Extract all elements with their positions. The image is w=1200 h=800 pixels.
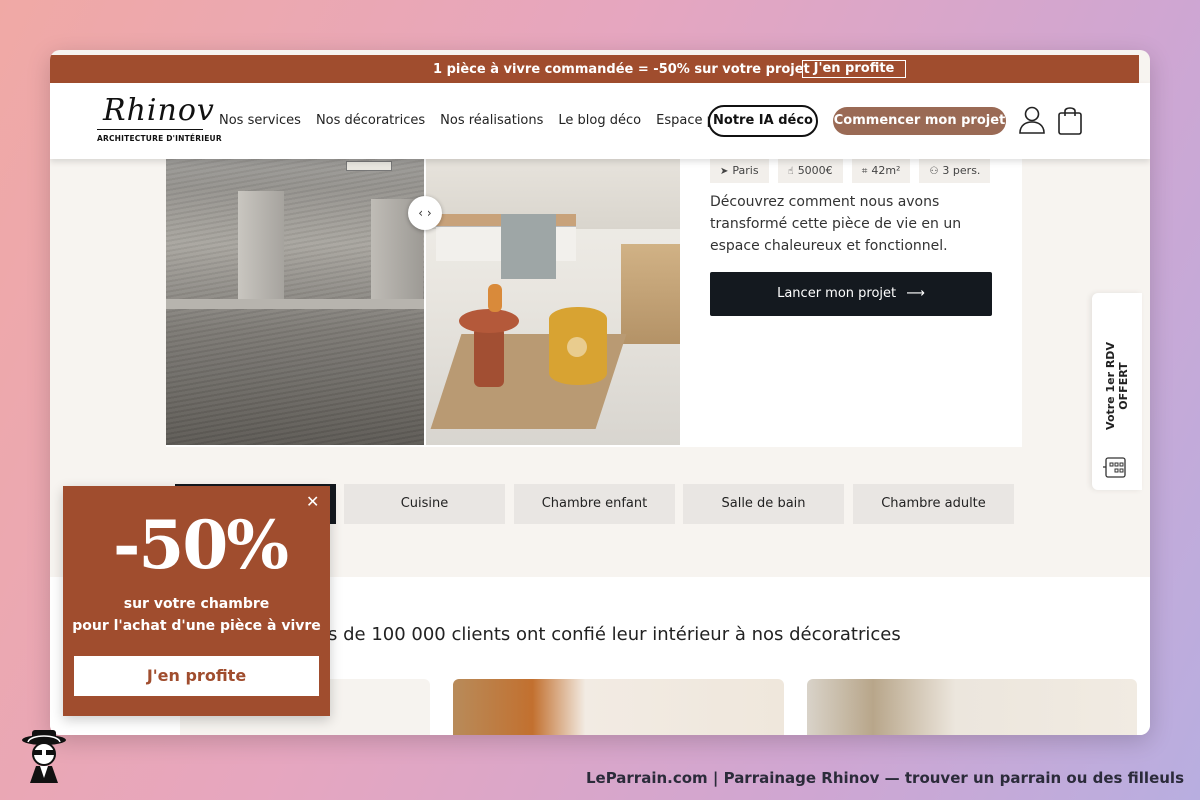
before-window <box>346 161 392 171</box>
free-appointment-text: Votre 1er RDV OFFERT <box>1104 342 1130 430</box>
clients-heading: s de 100 000 clients ont confié leur int… <box>328 624 901 645</box>
free-appointment-tab[interactable]: Votre 1er RDV OFFERT <box>1092 293 1142 490</box>
tag-people: ⚇ 3 pers. <box>919 159 991 183</box>
after-photo <box>426 159 680 445</box>
launch-project-label: Lancer mon projet <box>777 286 897 301</box>
realisation-thumbnail[interactable] <box>453 679 784 735</box>
hand-icon: ☝ <box>787 166 794 177</box>
promo-text: 1 pièce à vivre commandée = -50% sur vot… <box>433 62 810 77</box>
main-nav: Nos services Nos décoratrices Nos réalis… <box>219 113 728 128</box>
nav-decoratrices[interactable]: Nos décoratrices <box>316 113 425 128</box>
rhinov-logo[interactable]: Rhinov ARCHITECTURE D'INTÉRIEUR <box>97 93 222 148</box>
start-project-button[interactable]: Commencer mon projet <box>833 107 1006 135</box>
before-photo <box>166 159 424 445</box>
popup-line-2: pour l'achat d'une pièce à vivre <box>72 618 321 634</box>
people-icon: ⚇ <box>929 166 939 177</box>
hotspot-dot[interactable] <box>567 337 587 357</box>
browser-window: 1 pièce à vivre commandée = -50% sur vot… <box>50 50 1150 735</box>
ia-deco-button[interactable]: Notre IA déco <box>708 105 818 137</box>
shopping-bag-icon[interactable] <box>1057 104 1083 136</box>
logo-subtitle: ARCHITECTURE D'INTÉRIEUR <box>97 134 222 143</box>
popup-cta-button[interactable]: J'en profite <box>74 656 319 696</box>
nav-realisations[interactable]: Nos réalisations <box>440 113 543 128</box>
project-tags: ➤ Paris ☝ 5000€ ⌗ 42m² ⚇ 3 pers. <box>710 159 991 183</box>
side-table-base <box>474 327 504 387</box>
project-description: Découvrez comment nous avons transformé … <box>710 194 962 254</box>
location-icon: ➤ <box>720 166 729 177</box>
area-icon: ⌗ <box>861 166 868 177</box>
footer-caption: LeParrain.com | Parrainage Rhinov — trou… <box>585 769 1184 787</box>
arrow-right-icon: ⟶ <box>906 286 925 301</box>
promo-popup: ✕ -50% sur votre chambre pour l'achat d'… <box>63 486 330 716</box>
room-tab-salle-de-bain[interactable]: Salle de bain <box>683 484 844 524</box>
promo-bar: 1 pièce à vivre commandée = -50% sur vot… <box>50 55 1139 83</box>
promo-cta-button[interactable]: J'en profite <box>802 60 906 78</box>
user-icon[interactable] <box>1018 105 1046 135</box>
popup-discount: -50% <box>113 506 289 584</box>
launch-project-button[interactable]: Lancer mon projet ⟶ <box>710 272 992 316</box>
dining-area <box>621 244 680 344</box>
room-tab-chambre-enfant[interactable]: Chambre enfant <box>514 484 675 524</box>
concrete-ledge <box>166 299 424 309</box>
nav-blog[interactable]: Le blog déco <box>558 113 641 128</box>
site-header: Rhinov ARCHITECTURE D'INTÉRIEUR Nos serv… <box>50 83 1150 159</box>
logo-wordmark: Rhinov <box>103 93 215 128</box>
logo-underline <box>97 129 203 130</box>
nav-services[interactable]: Nos services <box>219 113 301 128</box>
side-table-top <box>459 309 519 333</box>
concrete-wall <box>238 191 284 303</box>
compare-slider-handle[interactable]: ‹ › <box>408 196 442 230</box>
room-tab-cuisine[interactable]: Cuisine <box>344 484 505 524</box>
leparrain-mascot-icon <box>22 730 66 783</box>
popup-line-1: sur votre chambre <box>123 596 270 612</box>
tag-area: ⌗ 42m² <box>851 159 911 183</box>
calendar-icon <box>1103 457 1126 478</box>
kitchen-island <box>501 214 556 279</box>
realisation-thumbnail[interactable] <box>807 679 1137 735</box>
tag-location: ➤ Paris <box>710 159 769 183</box>
tag-budget: ☝ 5000€ <box>777 159 843 183</box>
close-icon[interactable]: ✕ <box>306 492 319 511</box>
vase <box>488 284 502 312</box>
project-card: ‹ › ➤ Paris ☝ 5000€ ⌗ 42m² ⚇ 3 pers. Découvr… <box>166 159 1022 447</box>
room-tab-chambre-adulte[interactable]: Chambre adulte <box>853 484 1014 524</box>
